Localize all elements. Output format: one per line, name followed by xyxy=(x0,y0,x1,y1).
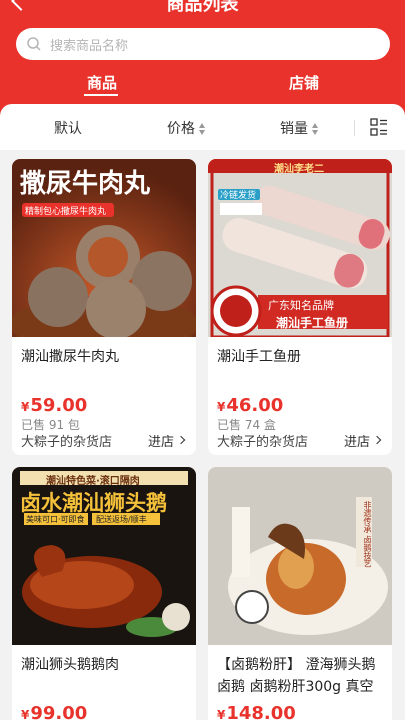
product-price: ¥99.00 xyxy=(21,703,87,720)
currency-symbol: ¥ xyxy=(217,400,226,414)
tab-shops[interactable]: 店铺 xyxy=(264,72,344,93)
chevron-right-icon xyxy=(176,435,186,445)
header: 商品列表 搜索商品名称 商品 店铺 xyxy=(0,0,405,118)
product-name[interactable]: 【卤鹅粉肝】 澄海狮头鹅卤鹅 卤鹅粉肝300g 真空 xyxy=(217,654,385,698)
search-input[interactable]: 搜索商品名称 xyxy=(16,28,390,60)
shop-name: 大粽子的杂货店 xyxy=(21,435,113,450)
shop-name: 大粽子的杂货店 xyxy=(217,435,309,450)
image-tag: 配送返场/顺丰 xyxy=(96,515,147,524)
sort-price-label: 价格 xyxy=(167,121,195,137)
product-image: 潮汕李老二 冷链发货 广东知名品牌 潮汕手工鱼册 xyxy=(208,159,392,337)
enter-shop-button[interactable]: 进店 xyxy=(148,431,174,450)
currency-symbol: ¥ xyxy=(21,708,30,720)
product-image: 潮汕特色菜·滚口隔肉 卤水潮汕狮头鹅 美味可口·可即食 配送返场/顺丰 xyxy=(12,467,196,645)
search-placeholder: 搜索商品名称 xyxy=(50,39,129,54)
price-value: 148.00 xyxy=(226,703,296,720)
search-icon xyxy=(27,37,41,51)
price-value: 99.00 xyxy=(30,703,88,720)
image-subtitle: 精制包心撒尿牛肉丸 xyxy=(25,207,107,217)
sort-bar: 默认 价格 销量 xyxy=(0,104,405,150)
chevron-right-icon xyxy=(372,435,382,445)
sort-default[interactable]: 默认 xyxy=(54,118,82,138)
divider xyxy=(354,120,355,136)
product-price: ¥59.00 xyxy=(21,395,87,416)
image-top-text: 潮汕特色菜·滚口隔肉 xyxy=(46,476,140,487)
product-card[interactable]: 潮汕特色菜·滚口隔肉 卤水潮汕狮头鹅 美味可口·可即食 配送返场/顺丰 潮汕狮头… xyxy=(12,467,196,720)
image-brand: 潮汕李老二 xyxy=(274,164,324,175)
enter-shop-button[interactable]: 进店 xyxy=(344,431,370,450)
price-value: 46.00 xyxy=(226,395,284,416)
page-title: 商品列表 xyxy=(166,0,239,15)
product-name[interactable]: 潮汕手工鱼册 xyxy=(217,346,385,368)
tab-products[interactable]: 商品 xyxy=(62,72,142,93)
currency-symbol: ¥ xyxy=(217,708,226,720)
product-card[interactable]: 潮汕李老二 冷链发货 广东知名品牌 潮汕手工鱼册 潮汕手工鱼册 ¥46.00 已… xyxy=(208,159,392,455)
product-image: 撒尿牛肉丸 精制包心撒尿牛肉丸 xyxy=(12,159,196,337)
sort-price[interactable]: 价格 xyxy=(167,118,206,138)
sort-sales[interactable]: 销量 xyxy=(280,118,319,138)
product-name[interactable]: 潮汕撒尿牛肉丸 xyxy=(21,346,189,368)
product-name[interactable]: 潮汕狮头鹅鹅肉 xyxy=(21,654,189,676)
sort-sales-label: 销量 xyxy=(280,121,308,137)
image-title: 卤水潮汕狮头鹅 xyxy=(20,491,167,515)
product-image: 非遗传承 卤鹅技艺 xyxy=(208,467,392,645)
active-tab-indicator xyxy=(84,94,118,96)
sort-default-label: 默认 xyxy=(54,121,82,137)
currency-symbol: ¥ xyxy=(21,400,30,414)
sort-arrows-icon xyxy=(312,123,319,135)
image-tag: 美味可口·可即食 xyxy=(26,515,85,524)
image-title: 撒尿牛肉丸 xyxy=(20,169,151,199)
image-title: 非遗传承 卤鹅技艺 xyxy=(363,501,372,568)
product-price: ¥148.00 xyxy=(217,703,296,720)
product-card[interactable]: 非遗传承 卤鹅技艺 【卤鹅粉肝】 澄海狮头鹅卤鹅 卤鹅粉肝300g 真空 ¥14… xyxy=(208,467,392,720)
image-badge: 广东知名品牌 xyxy=(268,299,334,312)
product-price: ¥46.00 xyxy=(217,395,283,416)
image-title: 潮汕手工鱼册 xyxy=(276,316,349,330)
tab-bar: 商品 店铺 xyxy=(0,72,405,98)
image-tag: 冷链发货 xyxy=(220,191,257,201)
price-value: 59.00 xyxy=(30,395,88,416)
layout-toggle-icon[interactable] xyxy=(370,118,388,136)
sort-arrows-icon xyxy=(199,123,206,135)
product-card[interactable]: 撒尿牛肉丸 精制包心撒尿牛肉丸 潮汕撒尿牛肉丸 ¥59.00 已售 91 包 大… xyxy=(12,159,196,455)
